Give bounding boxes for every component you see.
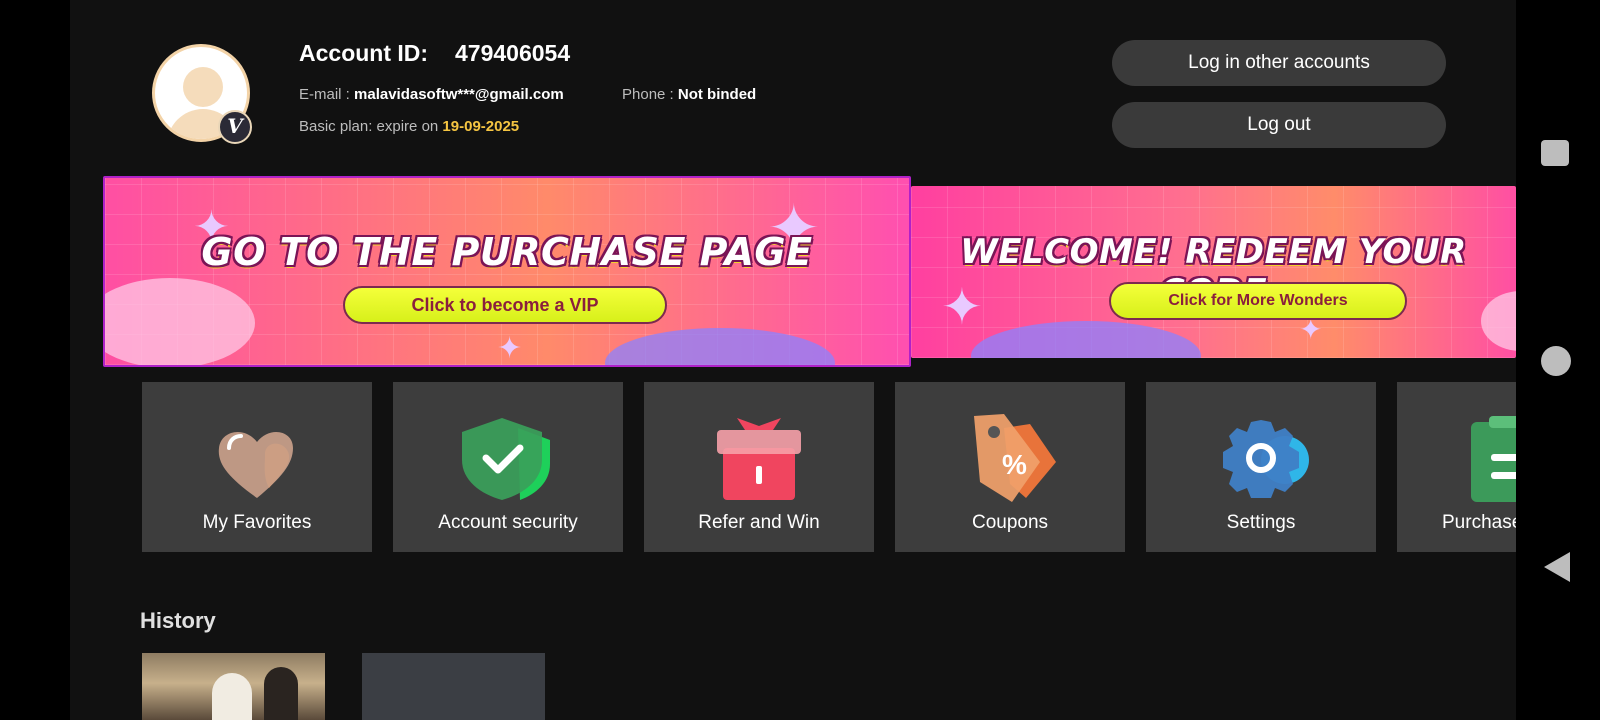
phone-line: Phone : Not binded [622,86,756,103]
banner-blob-decoration [971,321,1201,358]
tile-coupons[interactable]: % Coupons [895,382,1125,552]
history-thumbnail[interactable] [362,653,545,720]
tile-label: Refer and Win [698,512,820,533]
tile-label: My Favorites [202,512,312,533]
gift-icon [717,418,801,500]
plan-line: Basic plan: expire on 19-09-2025 [299,118,519,135]
phone-label: Phone : [622,86,678,103]
sparkle-star-icon: ✦ [1299,314,1323,345]
vip-badge-icon: V [218,110,252,144]
thumbnail-figure [212,673,252,720]
email-line: E-mail : malavidasoftw***@gmail.com [299,86,564,103]
history-thumbnail[interactable] [142,653,325,720]
more-wonders-button[interactable]: Click for More Wonders [1109,282,1407,320]
purchase-banner-title: GO TO THE PURCHASE PAGE [201,230,813,274]
home-icon[interactable] [1541,346,1571,376]
tile-account-security[interactable]: Account security [393,382,623,552]
history-heading: History [140,608,216,633]
purchase-banner[interactable]: ✦ ✦ ✦ GO TO THE PURCHASE PAGE Click to b… [103,176,911,367]
banner-blob-decoration [605,328,835,365]
tile-my-favorites[interactable]: My Favorites [142,382,372,552]
tile-settings[interactable]: Settings [1146,382,1376,552]
tile-label: Purchase [1442,512,1516,533]
plan-expiry-date: 19-09-2025 [442,118,520,135]
clipboard-icon [1471,416,1516,502]
log-out-button[interactable]: Log out [1112,102,1446,148]
plan-label: Basic plan: expire on [299,118,443,135]
coupon-tag-icon: % [974,414,1056,502]
recent-apps-icon[interactable] [1541,140,1569,166]
tile-purchase[interactable]: Purchase [1397,382,1516,552]
log-in-other-accounts-button[interactable]: Log in other accounts [1112,40,1446,86]
tile-label: Settings [1226,512,1296,533]
banner-blob-decoration [105,278,255,365]
gear-icon [1223,420,1309,498]
account-id-value: 479406054 [455,40,571,66]
heart-icon [218,431,293,498]
avatar-head-shape [183,67,223,107]
back-icon[interactable] [1544,552,1570,582]
email-label: E-mail : [299,86,355,103]
left-screen-edge [0,0,70,720]
account-page: V Account ID: 479406054 E-mail : malavid… [70,0,1516,720]
tile-label: Coupons [971,512,1049,533]
sparkle-star-icon: ✦ [497,332,523,365]
tile-label: Account security [438,512,578,533]
phone-value: Not binded [677,86,757,103]
redeem-code-banner[interactable]: ✦ ✦ WELCOME! REDEEM YOUR CODE Click for … [911,186,1516,358]
email-value: malavidasoftw***@gmail.com [354,86,564,103]
svg-text:%: % [1002,449,1027,480]
shield-icon [462,418,550,500]
thumbnail-figure [264,667,298,720]
become-vip-button[interactable]: Click to become a VIP [343,286,667,324]
account-id-label: Account ID: [299,40,429,66]
tile-refer-and-win[interactable]: Refer and Win [644,382,874,552]
